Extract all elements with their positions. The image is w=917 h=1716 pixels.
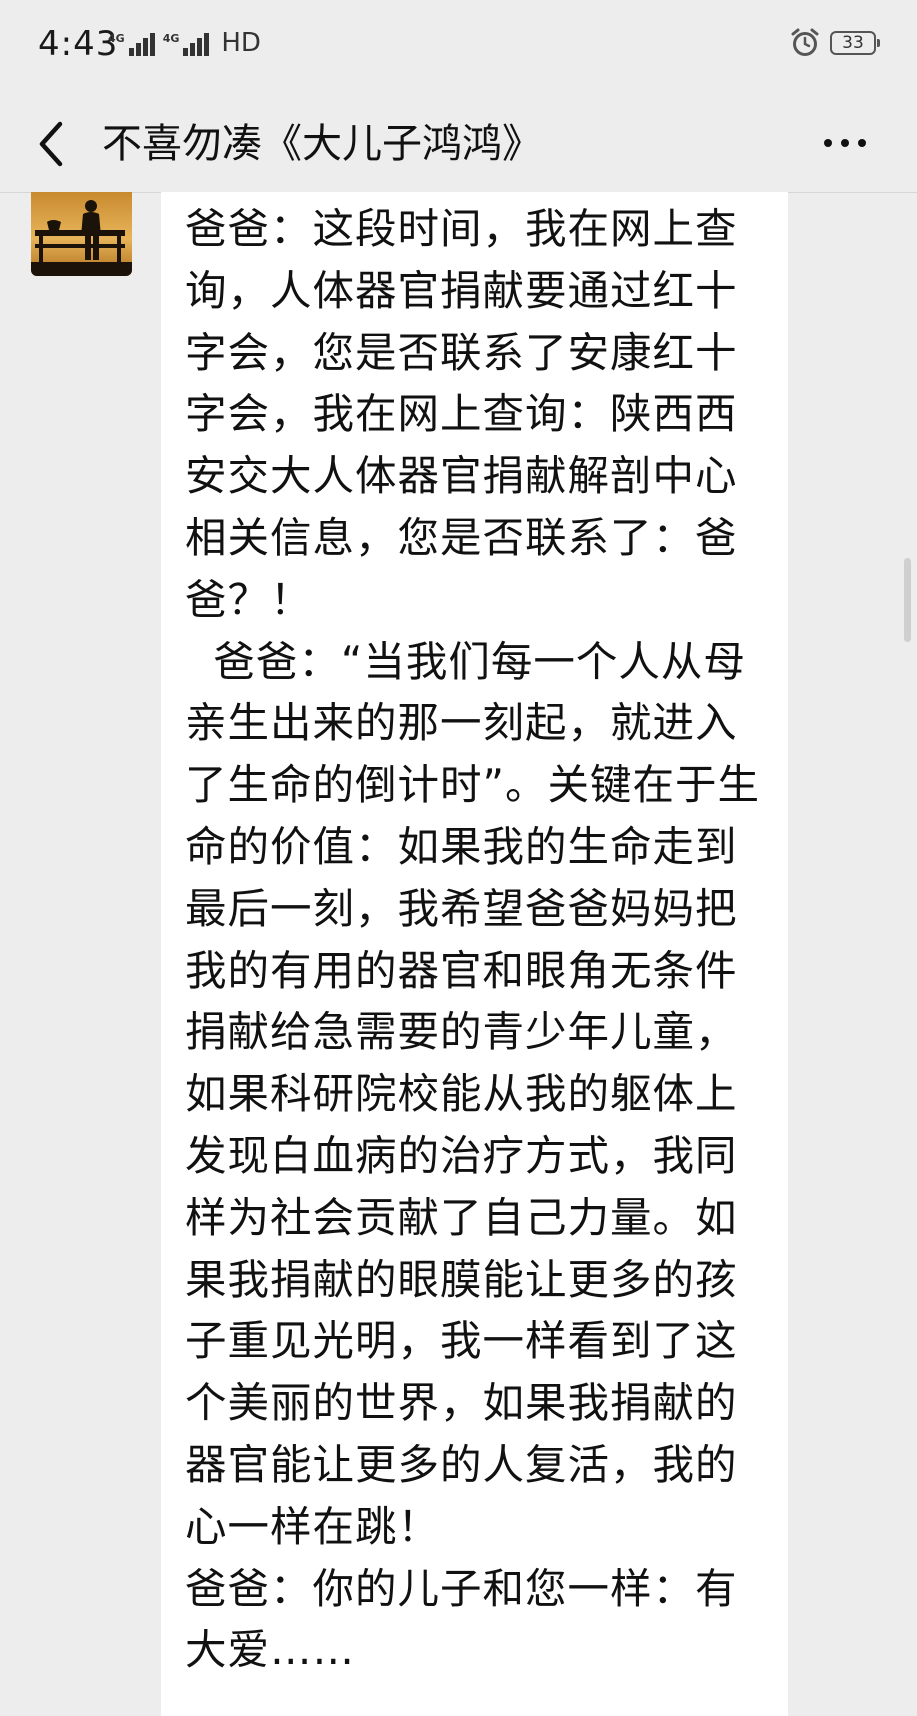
back-chevron-icon[interactable]	[32, 114, 72, 174]
battery-icon: 33	[830, 31, 880, 55]
battery-level: 33	[842, 33, 864, 53]
chat-header: 不喜勿凑《大儿子鸿鸿》	[0, 96, 917, 192]
message-bubble[interactable]: 爸爸：这段时间，我在网上查询，人体器官捐献要通过红十字会，您是否联系了安康红十字…	[161, 192, 788, 1716]
signal-strength-icon: 4G	[108, 33, 155, 56]
network-type-label: 4G	[162, 32, 180, 45]
status-time: 4:43	[38, 24, 119, 64]
more-dots-icon[interactable]	[820, 126, 870, 160]
scrollbar-thumb[interactable]	[904, 558, 911, 642]
signal-indicators: 4G 4G HD	[108, 30, 261, 56]
chat-title: 不喜勿凑《大儿子鸿鸿》	[102, 121, 542, 167]
alarm-clock-icon	[791, 28, 819, 56]
network-type-label: 4G	[108, 32, 125, 45]
message-text: 爸爸：这段时间，我在网上查询，人体器官捐献要通过红十字会，您是否联系了安康红十字…	[185, 204, 761, 1675]
contact-avatar[interactable]	[31, 192, 132, 276]
status-bar: 4:43 4G 4G HD 33	[0, 0, 917, 96]
signal-strength-icon: 4G	[163, 33, 210, 56]
hd-voice-label: HD	[221, 28, 261, 58]
